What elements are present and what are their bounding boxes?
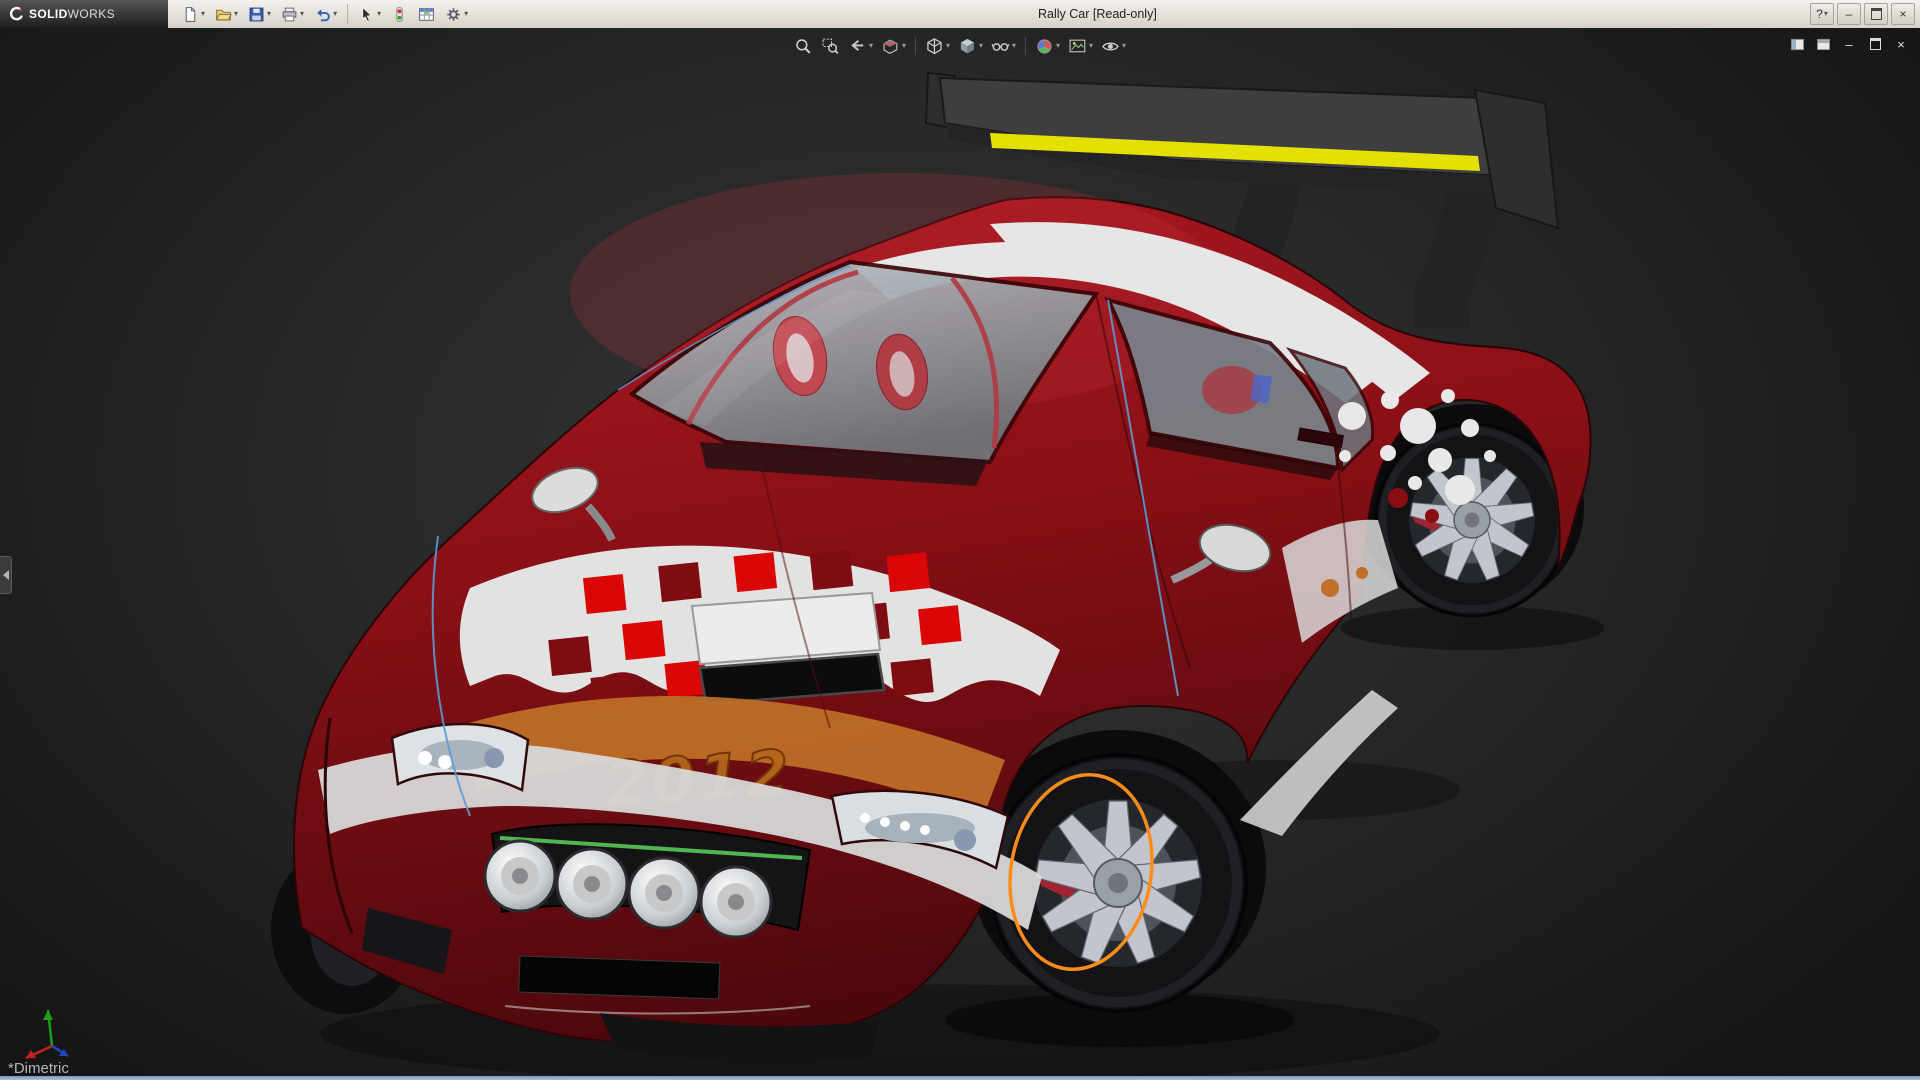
edit-appearance-button[interactable]: ▾: [1032, 33, 1063, 59]
hide-show-glasses-icon: [991, 37, 1010, 56]
chevron-down-icon[interactable]: ▾: [1824, 10, 1828, 18]
toolbar-separator: [915, 37, 916, 55]
help-button[interactable]: ?▾: [1810, 3, 1834, 25]
undo-button[interactable]: ▾: [310, 1, 341, 27]
toolbar-separator: [347, 4, 348, 24]
toolbar-separator: [1025, 37, 1026, 55]
new-document-icon: [182, 6, 199, 23]
brand-text: SOLIDWORKS: [29, 7, 115, 21]
previous-view-icon: [848, 37, 867, 56]
display-style-button[interactable]: ▾: [955, 33, 986, 59]
rear-right-wheel[interactable]: [1376, 424, 1568, 616]
open-button[interactable]: ▾: [211, 1, 242, 27]
heads-up-view-toolbar: ▾ ▾ ▾: [791, 33, 1129, 59]
graphics-area[interactable]: 2012: [0, 28, 1920, 1080]
restore-button[interactable]: [1864, 3, 1888, 25]
document-window-controls: – ×: [1786, 34, 1912, 54]
solidworks-logo: SOLIDWORKS: [0, 0, 168, 28]
open-icon: [215, 6, 232, 23]
chevron-down-icon[interactable]: ▾: [234, 10, 238, 18]
options-gear-icon: [445, 6, 462, 23]
chevron-down-icon[interactable]: ▾: [1012, 42, 1016, 50]
full-screen-icon: [1816, 38, 1831, 51]
view-orientation-label: *Dimetric: [8, 1060, 69, 1077]
minimize-button[interactable]: –: [1837, 3, 1861, 25]
rally-car-model[interactable]: 2012: [0, 28, 1920, 1080]
orientation-triad: [16, 994, 88, 1066]
chevron-down-icon[interactable]: ▾: [902, 42, 906, 50]
chevron-down-icon[interactable]: ▾: [201, 10, 205, 18]
select-cursor-icon: [358, 6, 375, 23]
zoom-to-fit-icon: [794, 37, 813, 56]
view-settings-button[interactable]: ▾: [1098, 33, 1129, 59]
license-plate: [519, 956, 720, 999]
hood-scoop: [692, 593, 884, 704]
new-document-button[interactable]: ▾: [178, 1, 209, 27]
print-button[interactable]: ▾: [277, 1, 308, 27]
chevron-down-icon[interactable]: ▾: [869, 42, 873, 50]
solidworks-window: SOLIDWORKS ▾ ▾: [0, 0, 1920, 1080]
close-button[interactable]: ×: [1891, 3, 1915, 25]
solidworks-logo-icon: [8, 6, 24, 22]
rebuild-button[interactable]: [387, 1, 412, 27]
zoom-to-area-button[interactable]: [818, 33, 843, 59]
standard-toolbar: ▾ ▾ ▾: [178, 1, 472, 27]
window-controls: ?▾ – ×: [1810, 3, 1915, 25]
chevron-down-icon[interactable]: ▾: [1056, 42, 1060, 50]
document-title: Rally Car [Read-only]: [1038, 0, 1157, 28]
chevron-down-icon[interactable]: ▾: [1089, 42, 1093, 50]
view-orientation-cube-icon: [925, 37, 944, 56]
section-view-button[interactable]: ▾: [878, 33, 909, 59]
chevron-down-icon[interactable]: ▾: [946, 42, 950, 50]
view-settings-eye-icon: [1101, 37, 1120, 56]
document-restore-button[interactable]: [1864, 34, 1886, 54]
close-icon: ×: [1899, 8, 1906, 20]
save-icon: [248, 6, 265, 23]
design-table-icon: [418, 6, 435, 23]
edit-appearance-ball-icon: [1035, 37, 1054, 56]
minimize-icon: –: [1845, 37, 1852, 52]
chevron-down-icon[interactable]: ▾: [333, 10, 337, 18]
chevron-down-icon[interactable]: ▾: [979, 42, 983, 50]
document-close-button[interactable]: ×: [1890, 34, 1912, 54]
design-table-button[interactable]: [414, 1, 439, 27]
feature-manager-flyout-tab[interactable]: [0, 556, 12, 594]
titlebar: SOLIDWORKS ▾ ▾: [0, 0, 1920, 29]
zoom-to-area-icon: [821, 37, 840, 56]
options-button[interactable]: ▾: [441, 1, 472, 27]
restore-icon: [1870, 38, 1881, 50]
display-style-icon: [958, 37, 977, 56]
hide-show-items-button[interactable]: ▾: [988, 33, 1019, 59]
split-pane-button[interactable]: [1786, 34, 1808, 54]
brand-text-solid: SOLID: [29, 7, 68, 21]
chevron-down-icon[interactable]: ▾: [267, 10, 271, 18]
undo-icon: [314, 6, 331, 23]
restore-icon: [1871, 8, 1882, 20]
select-button[interactable]: ▾: [354, 1, 385, 27]
status-bar-edge: [0, 1076, 1920, 1080]
rebuild-icon: [391, 6, 408, 23]
collapse-arrow-icon: [3, 570, 9, 580]
section-view-icon: [881, 37, 900, 56]
close-icon: ×: [1897, 37, 1905, 52]
chevron-down-icon[interactable]: ▾: [1122, 42, 1126, 50]
chevron-down-icon[interactable]: ▾: [464, 10, 468, 18]
brand-text-works: WORKS: [68, 7, 115, 21]
chevron-down-icon[interactable]: ▾: [300, 10, 304, 18]
apply-scene-button[interactable]: ▾: [1065, 33, 1096, 59]
previous-view-button[interactable]: ▾: [845, 33, 876, 59]
minimize-icon: –: [1846, 8, 1853, 20]
save-button[interactable]: ▾: [244, 1, 275, 27]
view-orientation-button[interactable]: ▾: [922, 33, 953, 59]
chevron-down-icon[interactable]: ▾: [377, 10, 381, 18]
split-pane-icon: [1790, 38, 1805, 51]
zoom-to-fit-button[interactable]: [791, 33, 816, 59]
apply-scene-icon: [1068, 37, 1087, 56]
print-icon: [281, 6, 298, 23]
harness: [1250, 374, 1272, 403]
full-screen-button[interactable]: [1812, 34, 1834, 54]
document-minimize-button[interactable]: –: [1838, 34, 1860, 54]
